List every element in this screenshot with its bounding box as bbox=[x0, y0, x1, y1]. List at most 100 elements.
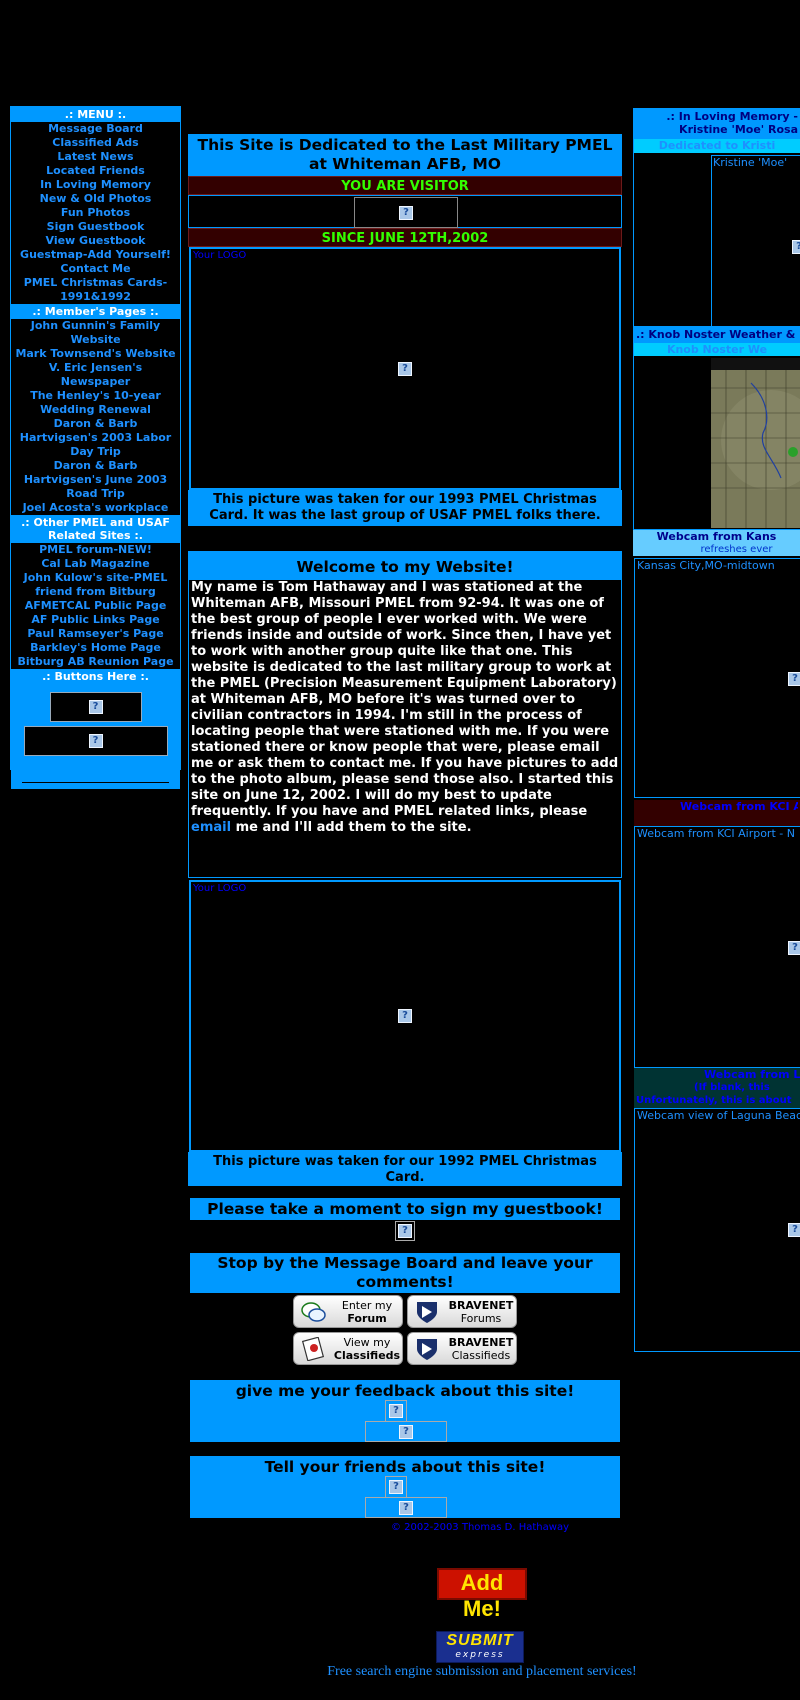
add-me-button[interactable]: Add Me! bbox=[437, 1568, 527, 1621]
menu-link[interactable]: Latest News bbox=[11, 150, 180, 164]
menu-items: Message Board Classified Ads Latest News Lo… bbox=[11, 122, 180, 304]
member-page-link[interactable]: Mark Townsend's Website bbox=[11, 347, 180, 361]
free-search-link[interactable]: Free search engine submission and placem… bbox=[280, 1664, 684, 1680]
button-slot-2[interactable]: ? bbox=[23, 726, 168, 756]
kci-label: Webcam from KCI Airport - N bbox=[637, 827, 795, 840]
bravenet-forums-line1: BRAVENET bbox=[448, 1298, 514, 1312]
menu-link[interactable]: New & Old Photos bbox=[11, 192, 180, 206]
kci-webcam: Webcam from KCI Airport - N ? bbox=[634, 826, 800, 1068]
webcam-kansas-title: Webcam from Kans bbox=[656, 530, 777, 543]
tell-friends-button-2[interactable]: ? bbox=[365, 1497, 447, 1518]
related-site-link[interactable]: Paul Ramseyer's Page bbox=[11, 627, 180, 641]
message-board-box: Stop by the Message Board and leave your… bbox=[190, 1253, 620, 1293]
submit-text: SUBMIT bbox=[446, 1632, 514, 1649]
tell-friends-button[interactable]: ? bbox=[385, 1476, 407, 1498]
menu-link[interactable]: Message Board bbox=[11, 122, 180, 136]
visitor-bar: YOU ARE VISITOR bbox=[188, 176, 622, 195]
guestbook-button[interactable]: ? bbox=[395, 1221, 415, 1241]
webcam-laguna-title: Webcam from La bbox=[704, 1068, 800, 1081]
left-menu: .: MENU :. Message Board Classified Ads La… bbox=[10, 106, 181, 789]
menu-link[interactable]: PMEL Christmas Cards-1991&1992 bbox=[11, 276, 180, 304]
weather-panel: .: Knob Noster Weather & Knob Noster We bbox=[633, 326, 800, 530]
menu-header: .: MENU :. bbox=[11, 107, 180, 122]
menu-link[interactable]: Located Friends bbox=[11, 164, 180, 178]
visitor-counter: ? bbox=[354, 197, 458, 228]
kc-webcam: Kansas City,MO-midtown ? bbox=[634, 558, 800, 798]
enter-forum-line2: Forum bbox=[347, 1311, 387, 1325]
member-page-link[interactable]: V. Eric Jensen's Newspaper bbox=[11, 361, 180, 389]
menu-link[interactable]: Guestmap-Add Yourself! bbox=[11, 248, 180, 262]
broken-image-icon: ? bbox=[88, 734, 103, 748]
christmas-photo-1993: Your LOGO ? bbox=[189, 247, 621, 490]
other-sites-header: .: Other PMEL and USAF Related Sites :. bbox=[11, 515, 180, 543]
guestbook-text: Please take a moment to sign my guestboo… bbox=[207, 1200, 603, 1218]
menu-link[interactable]: In Loving Memory bbox=[11, 178, 180, 192]
broken-image-icon: ? bbox=[788, 672, 800, 686]
menu-link[interactable]: Sign Guestbook bbox=[11, 220, 180, 234]
laguna-label: Webcam view of Laguna Beac bbox=[637, 1109, 800, 1122]
weather-header: .: Knob Noster Weather & bbox=[634, 327, 800, 343]
submit-express-button[interactable]: SUBMIT express bbox=[436, 1631, 524, 1663]
weather-sub: Knob Noster We bbox=[634, 343, 800, 356]
related-site-link[interactable]: Cal Lab Magazine bbox=[11, 557, 180, 571]
member-page-link[interactable]: Daron & Barb Hartvigsen's June 2003 Road… bbox=[11, 459, 180, 501]
kc-label: Kansas City,MO-midtown bbox=[637, 559, 775, 572]
member-page-link[interactable]: Daron & Barb Hartvigsen's 2003 Labor Day… bbox=[11, 417, 180, 459]
bravenet-classifieds-button[interactable]: BRAVENET Classifieds bbox=[407, 1332, 517, 1365]
webcam-kci-header: Webcam from KCI Ai bbox=[634, 800, 800, 826]
memory-header: .: In Loving Memory - Kristine 'Moe' Ros… bbox=[634, 109, 800, 139]
broken-image-icon: ? bbox=[399, 1500, 413, 1515]
tell-friends-text: Tell your friends about this site! bbox=[264, 1458, 546, 1476]
enter-forum-button[interactable]: Enter my Forum bbox=[293, 1295, 403, 1328]
divider bbox=[22, 782, 169, 783]
related-site-link[interactable]: PMEL forum-NEW! bbox=[11, 543, 180, 557]
button-slot-1[interactable]: ? bbox=[49, 692, 142, 722]
member-page-link[interactable]: The Henley's 10-year Wedding Renewal bbox=[11, 389, 180, 417]
member-page-link[interactable]: Joel Acosta's workplace bbox=[11, 501, 180, 515]
menu-link[interactable]: Classified Ads bbox=[11, 136, 180, 150]
site-title: This Site is Dedicated to the Last Milit… bbox=[197, 136, 613, 173]
broken-image-icon: ? bbox=[788, 1223, 800, 1237]
bravenet-forums-button[interactable]: BRAVENET Forums bbox=[407, 1295, 517, 1328]
broken-image-icon: ? bbox=[399, 205, 413, 220]
welcome-text-body: My name is Tom Hathaway and I was statio… bbox=[191, 580, 619, 819]
christmas-photo-1992: Your LOGO ? bbox=[189, 880, 621, 1152]
broken-image-icon: ? bbox=[398, 361, 412, 376]
broken-image-icon: ? bbox=[792, 240, 800, 254]
email-link[interactable]: email bbox=[191, 820, 231, 835]
related-site-link[interactable]: AFMETCAL Public Page bbox=[11, 599, 180, 613]
related-site-link[interactable]: John Kulow's site-PMEL friend from Bitbu… bbox=[11, 571, 180, 599]
caption-1993: This picture was taken for our 1993 PMEL… bbox=[209, 492, 601, 523]
menu-link[interactable]: View Guestbook bbox=[11, 234, 180, 248]
radar-map-icon bbox=[711, 358, 800, 528]
site-title-box: This Site is Dedicated to the Last Milit… bbox=[188, 134, 622, 176]
broken-image-icon: ? bbox=[398, 1224, 412, 1238]
broken-image-icon: ? bbox=[399, 1424, 413, 1439]
bravenet-classifieds-line1: BRAVENET bbox=[448, 1335, 514, 1349]
menu-link[interactable]: Contact Me bbox=[11, 262, 180, 276]
welcome-box: Welcome to my Website! My name is Tom Ha… bbox=[188, 551, 622, 878]
feedback-button-2[interactable]: ? bbox=[365, 1421, 447, 1442]
related-site-link[interactable]: Barkley's Home Page bbox=[11, 641, 180, 655]
message-board-text: Stop by the Message Board and leave your… bbox=[217, 1254, 593, 1291]
logo-label: Your LOGO bbox=[193, 250, 247, 261]
view-classifieds-line2: Classifieds bbox=[333, 1348, 401, 1362]
since-bar: SINCE JUNE 12TH,2002 bbox=[188, 228, 622, 247]
buttons-header: .: Buttons Here :. bbox=[11, 669, 180, 684]
broken-image-icon: ? bbox=[788, 941, 800, 955]
related-site-link[interactable]: Bitburg AB Reunion Page bbox=[11, 655, 180, 669]
broken-image-icon: ? bbox=[398, 1009, 412, 1023]
welcome-title: Welcome to my Website! bbox=[189, 552, 621, 580]
related-site-link[interactable]: AF Public Links Page bbox=[11, 613, 180, 627]
member-page-link[interactable]: John Gunnin's Family Website bbox=[11, 319, 180, 347]
logo-label: Your LOGO bbox=[193, 883, 247, 894]
feedback-button[interactable]: ? bbox=[385, 1400, 407, 1422]
view-classifieds-button[interactable]: View my Classifieds bbox=[293, 1332, 403, 1365]
view-classifieds-line1: View my bbox=[343, 1335, 391, 1349]
menu-link[interactable]: Fun Photos bbox=[11, 206, 180, 220]
welcome-text-end: me and I'll add them to the site. bbox=[231, 820, 472, 835]
laguna-sub2: Unfortunately, this is about bbox=[636, 1095, 792, 1106]
kristine-label: Kristine 'Moe' bbox=[713, 156, 788, 169]
tell-friends-box: Tell your friends about this site! ? ? bbox=[190, 1456, 620, 1518]
enter-forum-line1: Enter my bbox=[341, 1298, 393, 1312]
